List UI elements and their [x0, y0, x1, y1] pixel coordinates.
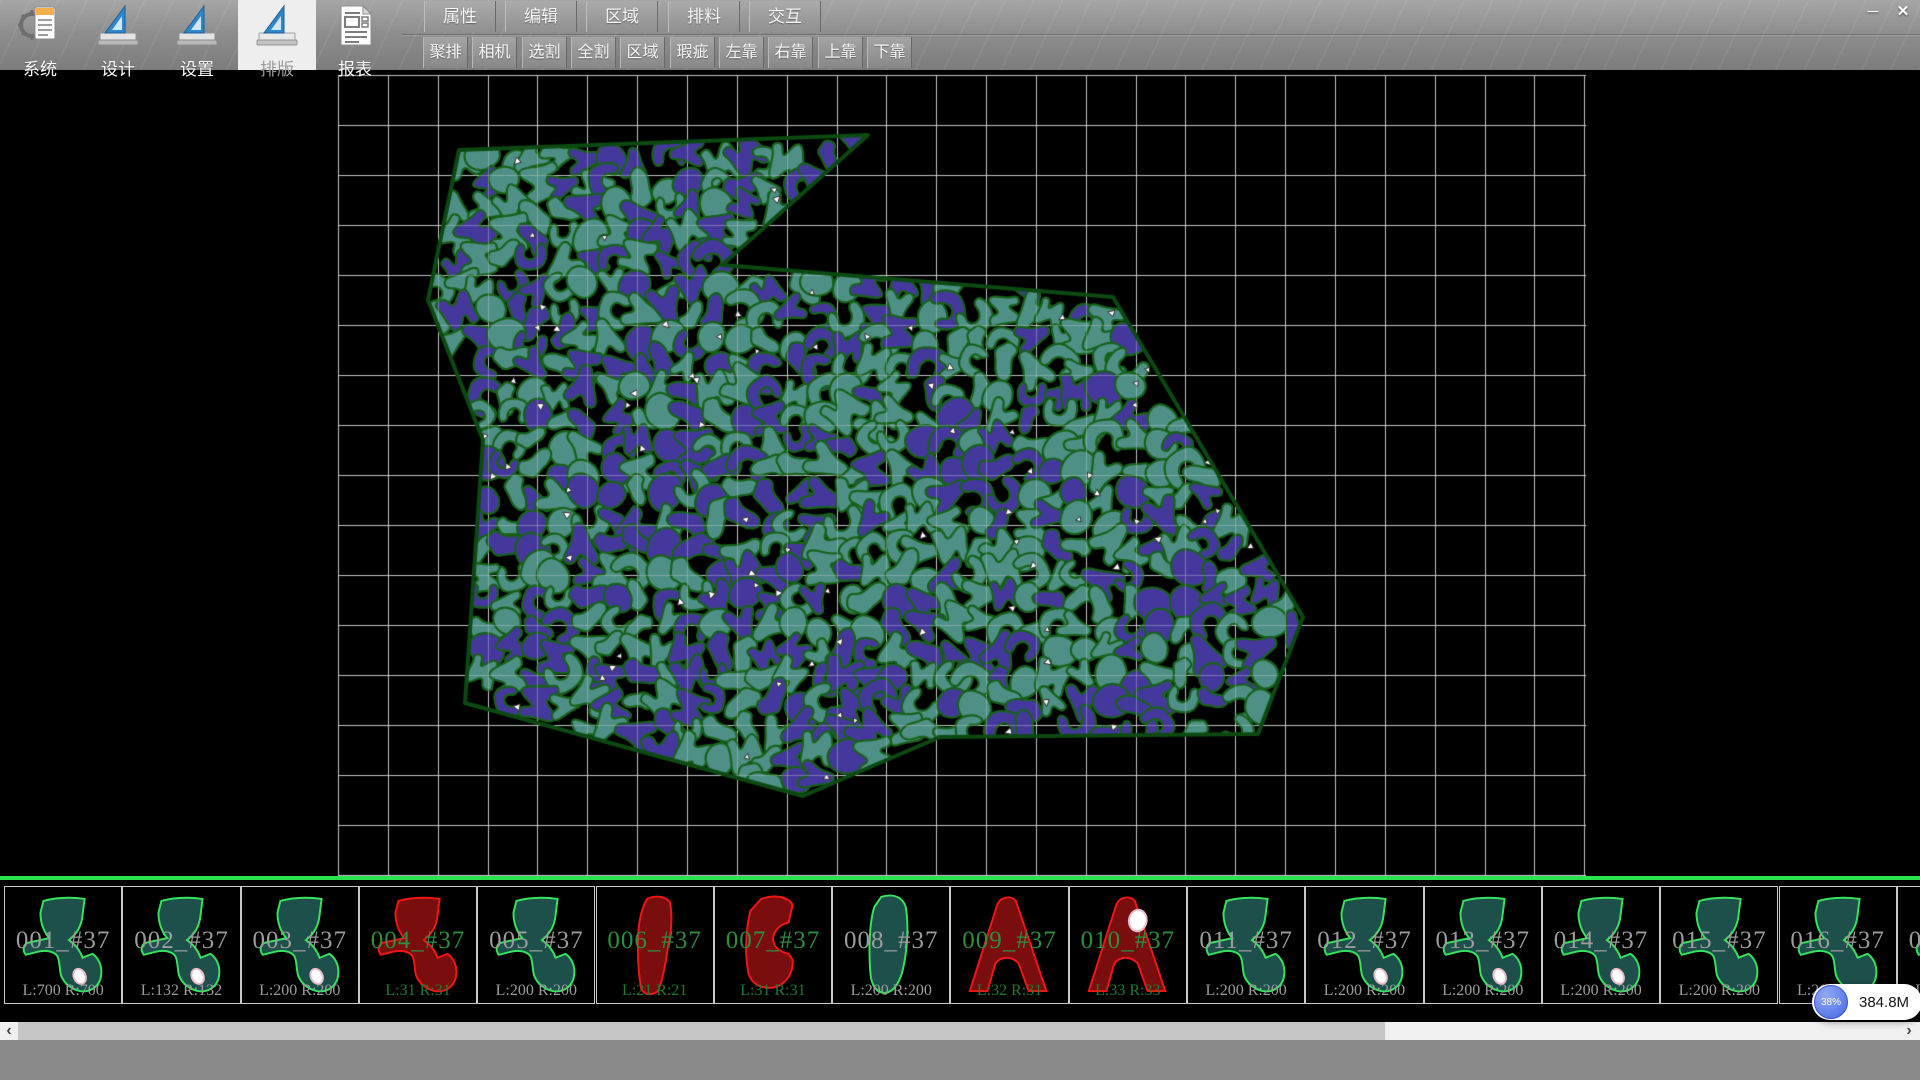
- tool-button-snap-right[interactable]: 右靠: [768, 37, 813, 68]
- menu-tab-nesting[interactable]: 排料: [668, 1, 740, 32]
- piece-lr-count: L:200 R:200: [1661, 982, 1777, 1000]
- piece-lr-count: L:200 R:200: [242, 982, 358, 1000]
- tool-button-snap-up[interactable]: 上靠: [818, 37, 863, 68]
- nesting-canvas[interactable]: [0, 70, 1920, 876]
- close-button[interactable]: ✕: [1890, 1, 1916, 23]
- nav-label-system: 系统: [23, 55, 57, 80]
- piece-thumbnail[interactable]: 015_#37 L:200 R:200: [1660, 886, 1778, 1004]
- nav-item-settings[interactable]: 设置: [158, 0, 236, 70]
- nav-label-report: 报表: [338, 55, 372, 80]
- tool-button-defect[interactable]: 瑕疵: [670, 37, 715, 68]
- design-icon: [96, 0, 140, 54]
- tool-button-snap-down[interactable]: 下靠: [867, 37, 912, 68]
- progress-badge[interactable]: 38% 384.8M: [1812, 984, 1920, 1020]
- piece-id-label: 002_#37: [123, 927, 239, 955]
- tool-button-cut-all[interactable]: 全割: [571, 37, 616, 68]
- tool-button-cluster-nest[interactable]: 聚排: [423, 37, 468, 68]
- piece-thumbnail[interactable]: 007_#37 L:31 R:31: [714, 886, 832, 1004]
- thumbnail-cells: 001_#37 L:700 R:700 002_#37 L:132 R:132 …: [0, 886, 1920, 1004]
- piece-thumbnail[interactable]: 004_#37 L:31 R:31: [359, 886, 477, 1004]
- piece-lr-count: L:200 R:200: [1425, 982, 1541, 1000]
- toolbar-row-divider-highlight: [402, 35, 1920, 36]
- piece-id-label: 011_#37: [1188, 927, 1304, 955]
- piece-id-label: 008_#37: [833, 927, 949, 955]
- progress-percent: 38%: [1821, 997, 1841, 1008]
- piece-lr-count: L:200 R:200: [1306, 982, 1422, 1000]
- piece-id-label: 014_#37: [1543, 927, 1659, 955]
- piece-thumbnail-strip: 001_#37 L:700 R:700 002_#37 L:132 R:132 …: [0, 876, 1920, 1022]
- piece-lr-count: L:31 R:31: [360, 982, 476, 1000]
- piece-id-label: 006_#37: [597, 927, 713, 955]
- memory-usage-label: 384.8M: [1859, 994, 1909, 1011]
- piece-thumbnail[interactable]: 002_#37 L:132 R:132: [122, 886, 240, 1004]
- piece-thumbnail[interactable]: 011_#37 L:200 R:200: [1187, 886, 1305, 1004]
- scroll-right-arrow[interactable]: ›: [1900, 1022, 1918, 1040]
- piece-id-label: 010_#37: [1070, 927, 1186, 955]
- piece-thumbnail[interactable]: 014_#37 L:200 R:200: [1542, 886, 1660, 1004]
- piece-lr-count: L:700 R:700: [5, 982, 121, 1000]
- nav-item-layout[interactable]: 排版: [238, 0, 316, 70]
- menu-tab-region[interactable]: 区域: [586, 1, 658, 32]
- tool-button-select-cut[interactable]: 选割: [522, 37, 567, 68]
- minimize-button[interactable]: ─: [1858, 1, 1888, 23]
- horizontal-scrollbar[interactable]: ‹ ›: [0, 1022, 1920, 1040]
- nav-item-report[interactable]: 报表: [316, 0, 394, 70]
- nav-item-system[interactable]: 系统: [2, 0, 78, 70]
- nav-label-settings: 设置: [180, 55, 214, 80]
- nav-label-design: 设计: [101, 55, 135, 80]
- piece-id-label: 007_#37: [715, 927, 831, 955]
- tool-button-camera[interactable]: 相机: [472, 37, 517, 68]
- piece-id-label: 016_#37: [1780, 927, 1896, 955]
- piece-id-label: 001_#37: [5, 927, 121, 955]
- menu-tab-properties[interactable]: 属性: [424, 1, 496, 32]
- piece-lr-count: L:33 R:33: [1070, 982, 1186, 1000]
- piece-lr-count: L:200 R:200: [1188, 982, 1304, 1000]
- nav-item-design[interactable]: 设计: [80, 0, 156, 70]
- scroll-left-arrow[interactable]: ‹: [0, 1022, 18, 1040]
- piece-thumbnail[interactable]: 005_#37 L:200 R:200: [477, 886, 595, 1004]
- toolbar: 系统 设计 设置: [0, 0, 1920, 70]
- application-window: 系统 设计 设置: [0, 0, 1920, 1080]
- piece-thumbnail[interactable]: 012_#37 L:200 R:200: [1305, 886, 1423, 1004]
- piece-id-label: 009_#37: [951, 927, 1067, 955]
- progress-circle: 38%: [1814, 985, 1848, 1019]
- piece-id-label: 004_#37: [360, 927, 476, 955]
- piece-lr-count: L:132 R:132: [123, 982, 239, 1000]
- piece-id-label: 015_#37: [1661, 927, 1777, 955]
- menu-tab-edit[interactable]: 编辑: [505, 1, 577, 32]
- system-icon: [18, 0, 62, 54]
- strip-top-border: [0, 876, 1920, 880]
- piece-lr-count: L:21 R:21: [597, 982, 713, 1000]
- piece-id-label: 003_#37: [242, 927, 358, 955]
- piece-id-label: 017_#37: [1898, 927, 1920, 955]
- piece-thumbnail[interactable]: 003_#37 L:200 R:200: [241, 886, 359, 1004]
- piece-id-label: 012_#37: [1306, 927, 1422, 955]
- piece-lr-count: L:200 R:200: [478, 982, 594, 1000]
- piece-thumbnail[interactable]: 001_#37 L:700 R:700: [4, 886, 122, 1004]
- status-bar: [0, 1040, 1920, 1080]
- tool-button-snap-left[interactable]: 左靠: [719, 37, 764, 68]
- piece-lr-count: L:200 R:200: [833, 982, 949, 1000]
- report-icon: [333, 0, 377, 54]
- piece-id-label: 013_#37: [1425, 927, 1541, 955]
- piece-thumbnail[interactable]: 009_#37 L:32 R:31: [950, 886, 1068, 1004]
- tool-button-zone[interactable]: 区域: [620, 37, 665, 68]
- settings-icon: [175, 0, 219, 54]
- piece-lr-count: L:31 R:31: [715, 982, 831, 1000]
- piece-thumbnail[interactable]: 006_#37 L:21 R:21: [596, 886, 714, 1004]
- nav-label-layout: 排版: [260, 55, 294, 80]
- layout-icon: [255, 0, 299, 54]
- menu-tab-interaction[interactable]: 交互: [749, 1, 821, 32]
- piece-lr-count: L:32 R:31: [951, 982, 1067, 1000]
- scrollbar-thumb[interactable]: [18, 1022, 1385, 1040]
- piece-lr-count: L:200 R:200: [1543, 982, 1659, 1000]
- piece-thumbnail[interactable]: 010_#37 L:33 R:33: [1069, 886, 1187, 1004]
- piece-thumbnail[interactable]: 013_#37 L:200 R:200: [1424, 886, 1542, 1004]
- piece-id-label: 005_#37: [478, 927, 594, 955]
- piece-thumbnail[interactable]: 008_#37 L:200 R:200: [832, 886, 950, 1004]
